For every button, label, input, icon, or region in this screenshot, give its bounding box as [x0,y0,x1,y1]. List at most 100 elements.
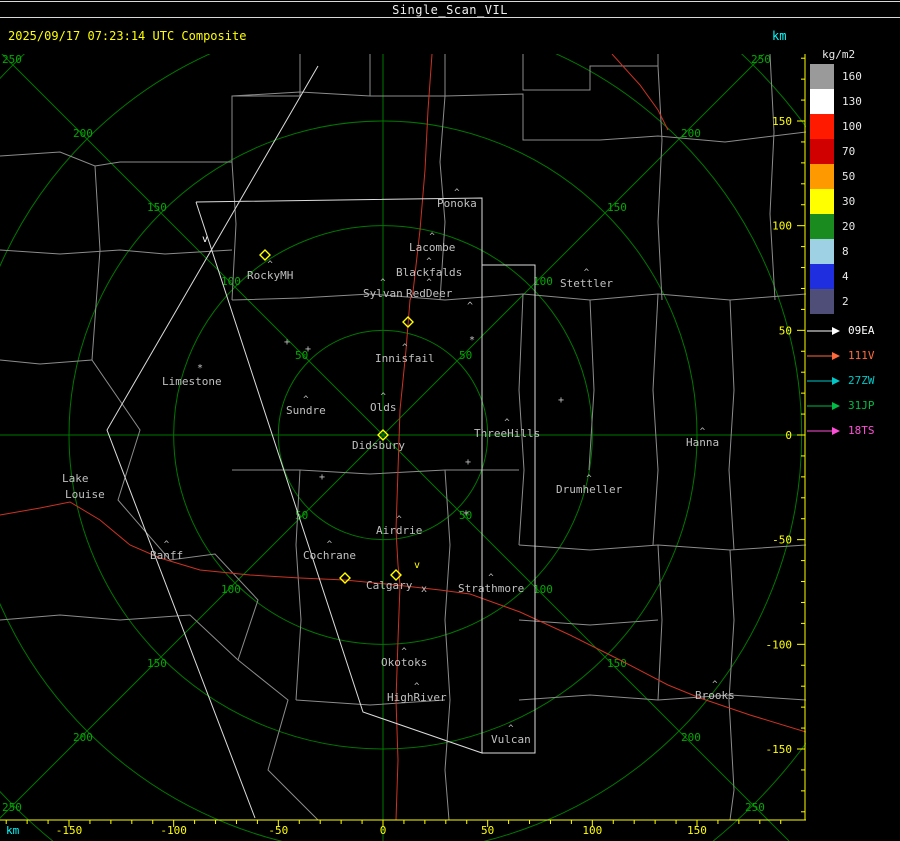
city-label: Innisfail [375,352,435,365]
county-boundary [518,544,806,551]
city-label: Stettler [560,277,613,290]
range-ring-label: 200 [73,127,93,140]
city-label: Sylvan [363,287,403,300]
town-marker: ^ [426,257,432,267]
town-marker: ^ [327,540,333,550]
county-boundary [518,293,525,546]
county-boundary [518,694,806,701]
county-boundary [91,165,319,821]
scan-timestamp: 2025/09/17 07:23:14 UTC Composite [8,29,247,43]
range-ring-label: 250 [2,801,22,814]
range-ring-label: 100 [221,583,241,596]
county-boundary [657,65,663,301]
map-marker: v [202,234,208,245]
county-boundary [728,549,735,821]
map-marker: + [465,457,471,468]
colorbar: 160 130 100 70 50 30 20 8 4 2 [810,64,862,314]
city-label: Olds [370,401,397,414]
site-id-label: 27ZW [848,374,875,387]
map-marker: + [284,337,290,348]
town-marker: ^ [454,188,460,198]
site-id-label: 31JP [848,399,875,412]
city-label: Didsbury [352,439,405,452]
colorbar-entry: 100 [810,114,862,139]
colorbar-swatch [810,164,834,189]
county-boundary [769,54,776,301]
map-marker: + [305,344,311,355]
y-tick-label: -150 [766,743,793,756]
city-label: Hanna [686,436,719,449]
city-label: Limestone [162,375,222,388]
city-label: RedDeer [406,287,453,300]
colorbar-value: 100 [842,120,862,133]
city-label: Okotoks [381,656,427,669]
window-title: Single_Scan_VIL [392,3,508,17]
map-marker: + [319,472,325,483]
county-boundary [728,299,735,551]
range-ring-label: 200 [681,731,701,744]
titlebar-rule-top [0,1,900,2]
map-marker: + [463,508,469,519]
site-arrow-icon [807,326,840,335]
colorbar-entry: 30 [810,189,862,214]
county-boundary [231,91,445,97]
range-ring-label: 250 [751,54,771,66]
town-marker: ^ [504,418,510,428]
county-boundary [588,299,595,471]
county-boundary [439,54,446,301]
colorbar-value: 4 [842,270,849,283]
map-marker: v [414,560,420,571]
town-marker: ^ [402,343,408,353]
town-marker: ^ [303,395,309,405]
town-marker: ^ [401,647,407,657]
city-label: Cochrane [303,549,356,562]
colorbar-swatch [810,64,834,89]
county-boundary [0,359,93,365]
town-marker: ^ [414,682,420,692]
site-id-label: 18TS [848,424,875,437]
range-ring-label: 250 [745,801,765,814]
town-marker: ^ [429,232,435,242]
radar-site-legend: 09EA 111V 27ZW 31JP 18TS [806,318,875,443]
x-tick-label: 0 [380,824,387,837]
map-marker: + [558,395,564,406]
town-marker: ^ [396,515,402,525]
site-arrow-icon [807,376,840,385]
range-ring-label: 150 [147,657,167,670]
x-tick-label: 150 [687,824,707,837]
colorbar-entry: 4 [810,264,862,289]
colorbar-value: 20 [842,220,856,233]
radar-coverage-outline [482,264,536,754]
town-marker: ^ [380,392,386,402]
highway [395,54,433,821]
colorbar-entry: 8 [810,239,862,264]
site-legend-row: 111V [806,343,875,368]
radar-app-window: Single_Scan_VIL 2025/09/17 07:23:14 UTC … [0,0,900,841]
site-id-label: 111V [848,349,875,362]
colorbar-swatch [810,289,834,314]
colorbar-value: 50 [842,170,856,183]
county-boundary [232,469,519,475]
site-legend-row: 31JP [806,393,875,418]
city-label: Brooks [695,689,735,702]
colorbar-value: 8 [842,245,849,258]
colorbar-value: 70 [842,145,856,158]
range-ring-label: 250 [2,54,22,66]
town-marker: ^ [712,680,718,690]
radar-site-marker [339,572,351,584]
map-marker: * [197,363,203,374]
colorbar-swatch [810,264,834,289]
city-label: Lacombe [409,241,455,254]
county-boundary [0,249,233,255]
colorbar-entry: 20 [810,214,862,239]
site-arrow-icon [807,426,840,435]
map-marker: x [421,584,427,595]
colorbar-swatch [810,189,834,214]
colorbar-entry: 70 [810,139,862,164]
site-arrow-icon [807,351,840,360]
colorbar-swatch [810,214,834,239]
range-ring-label: 200 [73,731,93,744]
colorbar-entry: 160 [810,64,862,89]
radar-map-display[interactable]: 50 100 150 200 250 50 100 150 200 250 50 100 150 200 2… [0,54,806,841]
range-ring-label: 50 [459,349,472,362]
